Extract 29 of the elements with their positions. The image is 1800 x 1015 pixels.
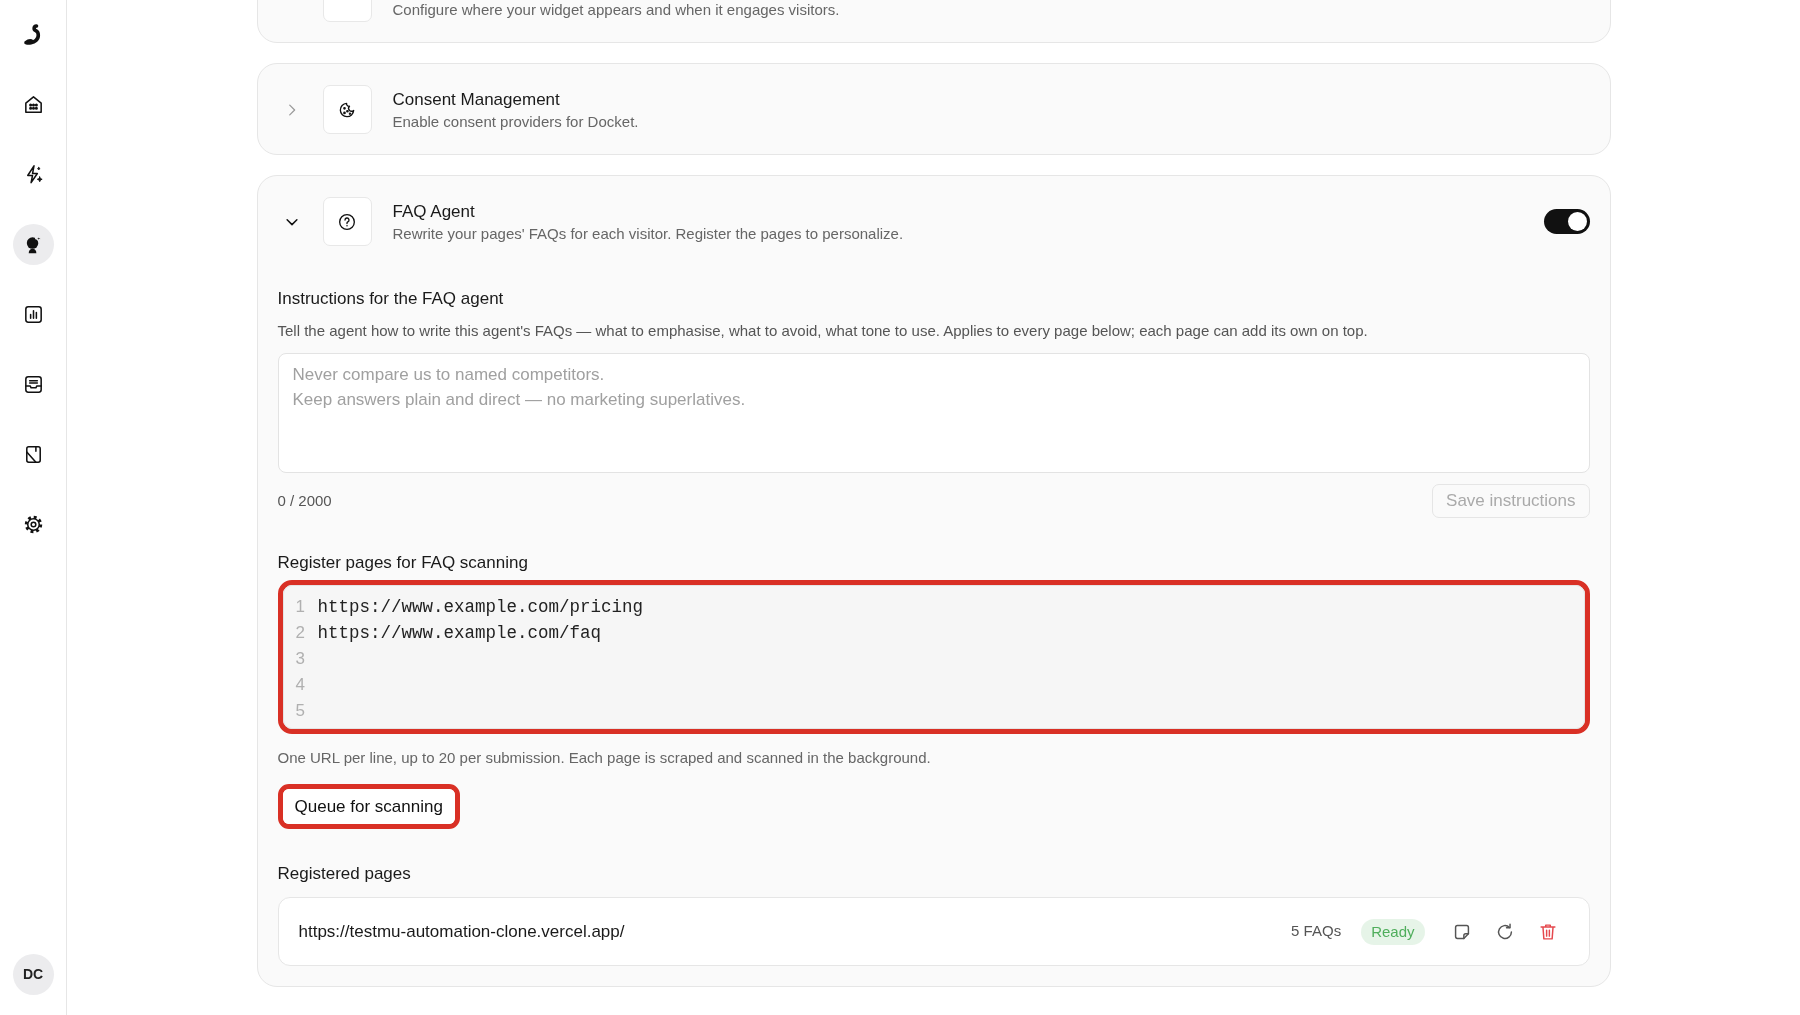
faq-count: 5 FAQs bbox=[1291, 921, 1342, 942]
section-description: Configure where your widget appears and when it engages visitors. bbox=[392, 0, 840, 20]
help-text: Tell the agent how to write this agent's FAQs — what to emphasise, what to avoid, what tone to use. Applies to every page below; each page can add its own on top. bbox=[277, 321, 1369, 341]
section-title: FAQ Agent bbox=[392, 200, 476, 223]
section-heading: Registered pages bbox=[277, 863, 412, 885]
section-heading: Instructions for the FAQ agent bbox=[277, 288, 505, 310]
url-editor[interactable]: 1 https://www.example.com/pricing 2 https://www.example.com/faq 3 4 5 bbox=[282, 585, 1585, 729]
line-number: 2 bbox=[295, 622, 306, 645]
toggle-switch[interactable] bbox=[1543, 209, 1590, 234]
line-number: 5 bbox=[295, 700, 306, 723]
section-title: Consent Management bbox=[392, 88, 561, 111]
url-line: https://www.example.com/pricing bbox=[317, 595, 644, 619]
section-description: Enable consent providers for Docket. bbox=[392, 111, 639, 132]
status-badge: Ready bbox=[1361, 918, 1425, 945]
section-description: Rewrite your pages' FAQs for each visitor. Register the pages to personalize. bbox=[392, 223, 904, 244]
sparkle-orb-icon[interactable] bbox=[12, 224, 54, 265]
url-line: https://www.example.com/faq bbox=[317, 621, 602, 645]
queue-button[interactable]: Queue for scanning bbox=[282, 789, 455, 824]
line-number: 1 bbox=[295, 596, 306, 619]
section-heading: Register pages for FAQ scanning bbox=[277, 552, 529, 574]
avatar[interactable]: DC bbox=[12, 954, 54, 995]
instructions-field[interactable]: Never compare us to named competitors. Keep answers plain and direct — no marketing superlatives. bbox=[277, 353, 1590, 473]
line-number: 3 bbox=[295, 648, 306, 671]
cookie-icon bbox=[322, 85, 372, 134]
help-icon bbox=[322, 197, 372, 246]
line-number: 4 bbox=[295, 674, 306, 697]
character-counter: 0 / 2000 bbox=[277, 490, 332, 511]
page-url: https://testmu-automation-clone.vercel.app/ bbox=[298, 920, 625, 943]
help-text: One URL per line, up to 20 per submission. Each page is scraped and scanned in the background. bbox=[277, 748, 932, 768]
